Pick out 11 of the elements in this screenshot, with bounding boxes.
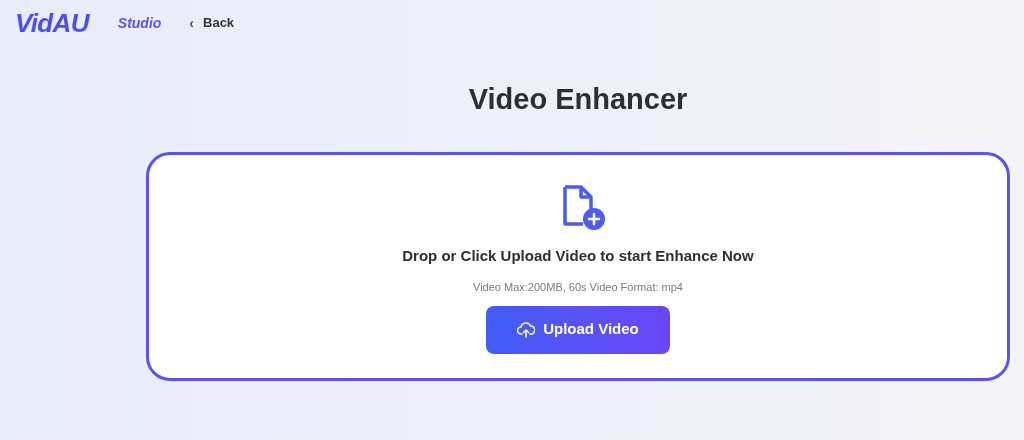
- file-add-icon: [561, 182, 607, 231]
- back-icon: ‹: [189, 12, 194, 34]
- upload-button[interactable]: Upload Video: [486, 305, 670, 354]
- upload-limits: Video Max:200MB, 60s Video Format: mp4: [473, 280, 683, 295]
- logo[interactable]: VidAU: [15, 3, 89, 43]
- upload-area[interactable]: Drop or Click Upload Video to start Enhance Now Video Max:200MB, 60s Video Format: mp4 Upload Video: [146, 151, 1010, 381]
- back-button[interactable]: ‹ Back: [189, 12, 235, 34]
- page-title: Video Enhancer: [468, 82, 688, 117]
- upload-heading: Drop or Click Upload Video to start Enhance Now: [402, 245, 754, 266]
- cloud-upload-icon: [517, 321, 536, 338]
- product-name: Studio: [117, 13, 162, 33]
